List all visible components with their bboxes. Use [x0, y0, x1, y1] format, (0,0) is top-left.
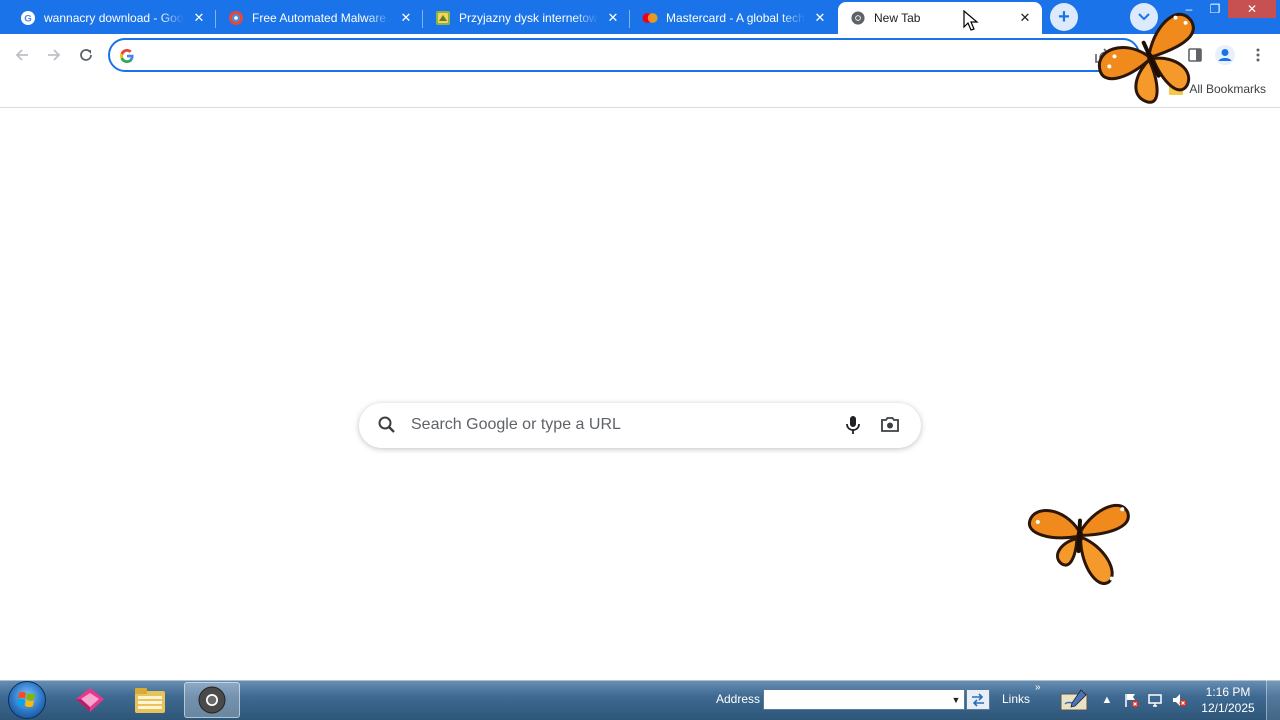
tab-wannacry-download[interactable]: G wannacry download - Goo ✕	[8, 2, 216, 34]
start-button[interactable]	[8, 681, 46, 719]
camera-search-icon[interactable]	[879, 415, 901, 440]
chevron-down-icon[interactable]: ▼	[948, 690, 964, 709]
go-arrows-icon	[972, 692, 984, 707]
tab-new-tab[interactable]: New Tab ✕	[838, 2, 1042, 34]
tab-title: New Tab	[874, 11, 1010, 25]
new-tab-button[interactable]: +	[1050, 3, 1078, 31]
chrome-icon	[850, 10, 866, 26]
links-toolbar-label[interactable]: Links	[1002, 692, 1030, 706]
action-center-flag-icon[interactable]	[1122, 691, 1140, 709]
butterfly-icon	[1027, 503, 1130, 585]
colorful-app-icon	[76, 688, 104, 712]
close-tab-icon[interactable]: ✕	[604, 9, 622, 27]
microphone-icon[interactable]	[843, 414, 863, 441]
taskbar-file-explorer[interactable]	[122, 682, 178, 718]
reload-button[interactable]	[73, 42, 99, 68]
profile-button[interactable]	[1212, 42, 1238, 68]
file-explorer-icon	[135, 688, 165, 713]
windows-taskbar: Address ▼ Links » ▲ 1:16 PM 12/1/2025	[0, 680, 1280, 720]
tab-title: Free Automated Malware Analysis	[252, 11, 391, 25]
chevron-right-icon[interactable]: »	[1035, 682, 1041, 693]
address-bar[interactable]	[108, 38, 1140, 72]
chrome-icon	[198, 686, 226, 714]
analysis-site-icon	[228, 10, 244, 26]
cloud-drive-icon	[435, 10, 451, 26]
menu-button[interactable]	[1245, 42, 1271, 68]
windows-logo-icon	[17, 691, 35, 708]
back-button[interactable]	[9, 42, 35, 68]
google-g-icon: G	[20, 10, 36, 26]
tab-malware-analysis[interactable]: Free Automated Malware Analysis ✕	[216, 2, 423, 34]
omnibox-input[interactable]	[144, 45, 1084, 65]
mouse-cursor-icon	[963, 10, 979, 31]
arrow-left-icon	[15, 49, 28, 61]
close-tab-icon[interactable]: ✕	[811, 9, 829, 27]
tab-mastercard[interactable]: Mastercard - A global tech ✕	[630, 2, 837, 34]
close-tab-icon[interactable]: ✕	[397, 9, 415, 27]
tab-przyjazny-dysk[interactable]: Przyjazny dysk internetowy ✕	[423, 2, 630, 34]
ntp-search-box[interactable]: Search Google or type a URL	[359, 403, 921, 448]
maximize-button[interactable]: ❐	[1202, 0, 1228, 18]
show-desktop-button[interactable]	[1266, 680, 1280, 720]
bookmarks-bar: All Bookmarks	[0, 76, 1280, 108]
clock-time: 1:16 PM	[1205, 685, 1251, 699]
system-clock[interactable]: 1:16 PM 12/1/2025	[1196, 684, 1260, 716]
taskbar-chrome[interactable]	[184, 682, 240, 718]
close-tab-icon[interactable]: ✕	[190, 9, 208, 27]
svg-text:G: G	[24, 14, 31, 25]
ntp-search-placeholder: Search Google or type a URL	[411, 416, 621, 433]
arrow-right-icon	[48, 49, 61, 61]
address-go-button[interactable]	[966, 689, 990, 710]
tab-title: Przyjazny dysk internetowy	[459, 11, 598, 25]
tab-strip: G wannacry download - Goo ✕ Free Automat…	[0, 0, 1280, 34]
address-toolbar-input[interactable]: ▼	[763, 689, 965, 710]
search-icon	[377, 415, 397, 440]
notepad-tray-icon[interactable]	[1058, 686, 1090, 714]
show-hidden-icons-button[interactable]: ▲	[1098, 691, 1116, 709]
taskbar-app-colorful[interactable]	[62, 682, 118, 718]
tab-title: wannacry download - Goo	[44, 11, 184, 25]
mastercard-icon	[642, 10, 658, 26]
network-icon[interactable]	[1146, 691, 1164, 709]
butterfly-icon	[1098, 12, 1195, 104]
volume-muted-icon[interactable]	[1170, 691, 1188, 709]
address-toolbar-label: Address	[716, 692, 761, 706]
close-tab-icon[interactable]: ✕	[1016, 9, 1034, 27]
forward-button[interactable]	[41, 42, 67, 68]
clock-date: 12/1/2025	[1201, 701, 1255, 715]
tab-title: Mastercard - A global tech	[666, 11, 805, 25]
kebab-menu-icon	[1256, 48, 1260, 62]
google-g-icon	[117, 46, 137, 66]
avatar-icon	[1215, 45, 1235, 65]
reload-icon	[80, 49, 92, 61]
window-close-button[interactable]: ✕	[1228, 0, 1276, 18]
